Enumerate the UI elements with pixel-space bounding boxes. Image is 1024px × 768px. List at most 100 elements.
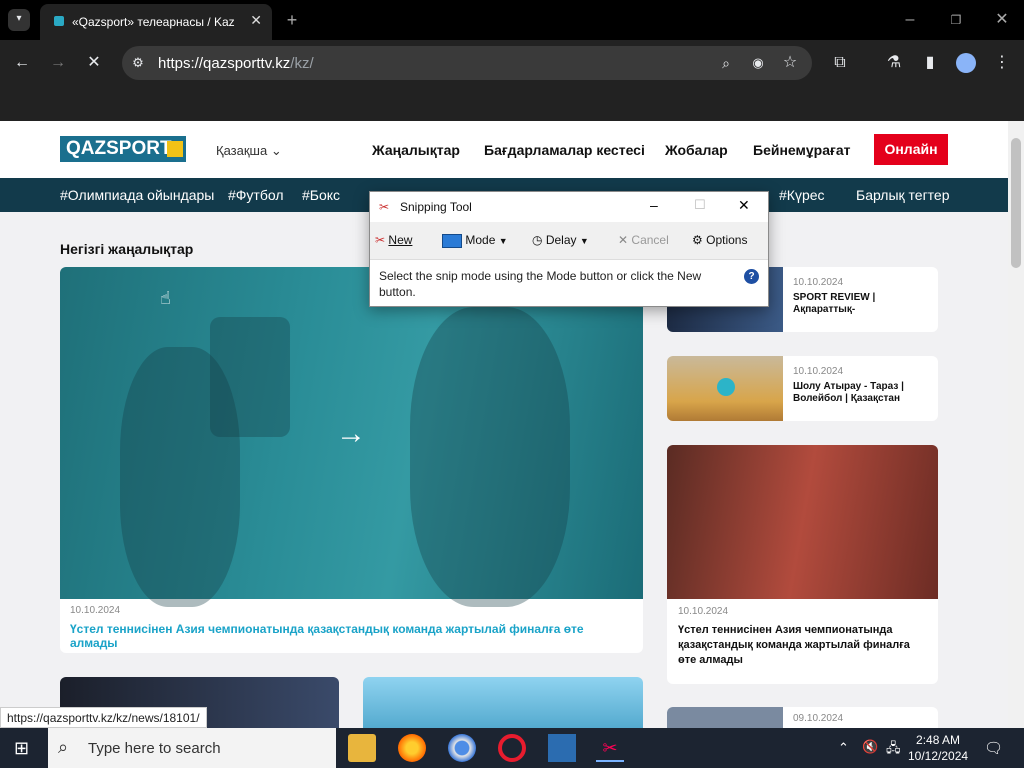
gear-icon: ⚙: [692, 233, 703, 247]
site-info-icon[interactable]: ⚙: [128, 53, 148, 73]
clock-time: 2:48 AM: [916, 733, 961, 747]
clock-icon: ◷: [532, 233, 543, 247]
side-article-date: 10.10.2024: [793, 366, 844, 377]
cancel-label: Cancel: [631, 233, 669, 247]
delay-label: Delay: [545, 233, 577, 247]
close-tab-icon[interactable]: ✕: [250, 12, 262, 29]
tag-football[interactable]: #Футбол: [228, 187, 284, 203]
minimize-icon[interactable]: –: [650, 197, 658, 213]
side-panel-icon[interactable]: ▮: [920, 53, 940, 73]
notifications-icon[interactable]: 🗨: [984, 739, 1003, 757]
network-icon[interactable]: 🖧: [886, 739, 901, 761]
side-article-date: 10.10.2024: [793, 277, 844, 288]
cancel-x-icon: ✕: [618, 233, 629, 247]
eye-off-icon[interactable]: ◉: [748, 53, 768, 73]
side-article-card[interactable]: 09.10.2024: [667, 707, 938, 728]
side-article-card[interactable]: 10.10.2024 Шолу Атырау - Тараз | Волейбо…: [667, 356, 938, 421]
side-article-title[interactable]: Шолу Атырау - Тараз | Волейбол | Қазақст…: [793, 381, 913, 405]
options-label: Options: [706, 233, 748, 247]
mode-button[interactable]: Mode ▼: [442, 233, 508, 248]
tag-wrestling[interactable]: #Күрес: [779, 187, 825, 203]
arrow-right-icon: →: [336, 417, 366, 450]
back-icon[interactable]: ←: [12, 53, 32, 73]
nav-projects[interactable]: Жобалар: [665, 142, 728, 158]
main-article-title[interactable]: Үстел теннисінен Азия чемпионатында қаза…: [70, 622, 630, 650]
main-article-card[interactable]: → 10.10.2024 Үстел теннисінен Азия чемпи…: [60, 267, 643, 653]
nav-video-archive[interactable]: Бейнемұрағат: [753, 142, 850, 158]
tab-search-icon[interactable]: ▾: [8, 9, 30, 31]
stop-loading-icon[interactable]: ✕: [84, 53, 104, 73]
tag-all[interactable]: Барлық тегтер: [856, 187, 950, 203]
article-thumbnail[interactable]: [363, 677, 643, 728]
tab-title: «Qazsport» телеарнасы / Kaz: [72, 15, 235, 29]
dropdown-arrow-icon: ▼: [579, 236, 589, 246]
side-article-image: [667, 356, 783, 421]
delay-button[interactable]: ◷ Delay ▼: [532, 233, 589, 247]
browser-tab[interactable]: «Qazsport» телеарнасы / Kaz ✕: [40, 4, 272, 40]
side-article-title[interactable]: SPORT REVIEW | Ақпараттық-: [793, 292, 913, 316]
file-explorer-icon[interactable]: [348, 734, 376, 762]
bookmarks-bar: [0, 86, 1024, 121]
volume-muted-icon[interactable]: 🔇: [862, 739, 878, 755]
maximize-icon: ☐: [694, 197, 706, 212]
new-button[interactable]: ✂ New: [375, 233, 412, 247]
chrome-icon[interactable]: [448, 734, 476, 762]
side-featured-title[interactable]: Үстел теннисінен Азия чемпионатында қаза…: [678, 623, 928, 668]
help-icon[interactable]: ?: [744, 269, 759, 284]
restore-icon[interactable]: ❐: [946, 10, 966, 30]
mouse-cursor-icon: ☝: [160, 288, 171, 308]
search-icon: ⌕: [58, 737, 69, 757]
url-text[interactable]: https://qazsporttv.kz/kz/: [158, 55, 314, 72]
profile-avatar-icon[interactable]: [956, 53, 976, 73]
language-select[interactable]: Қазақша ⌄: [216, 143, 282, 159]
menu-icon[interactable]: ⋮: [992, 53, 1012, 73]
site-logo[interactable]: QAZSPORT: [60, 136, 186, 162]
tag-boxing[interactable]: #Бокс: [302, 187, 340, 203]
taskbar-clock[interactable]: 2:48 AM 10/12/2024: [908, 732, 968, 764]
section-title: Негізгі жаңалықтар: [60, 241, 194, 257]
mode-rect-icon: [442, 233, 462, 248]
status-bar-url: https://qazsporttv.kz/kz/news/18101/: [0, 707, 207, 728]
forward-icon[interactable]: →: [48, 53, 68, 73]
side-article-image: [667, 707, 783, 728]
new-tab-icon[interactable]: +: [282, 10, 302, 30]
window-close-icon[interactable]: ✕: [992, 10, 1012, 30]
side-article-date: 09.10.2024: [793, 713, 844, 724]
scissors-icon: ✂: [379, 200, 390, 214]
snipping-tool-taskbar-icon[interactable]: ✂: [596, 734, 624, 762]
firefox-icon[interactable]: [398, 734, 426, 762]
mode-label: Mode: [465, 233, 496, 247]
language-label: Қазақша: [216, 143, 268, 158]
snipping-tool-window: ✂ Snipping Tool – ☐ ✕ ✂ New Mode ▼ ◷ Del…: [369, 191, 769, 307]
snip-instructions: Select the snip mode using the Mode butt…: [379, 269, 702, 299]
favicon-icon: [54, 16, 64, 26]
new-label: New: [388, 233, 413, 247]
nav-schedule[interactable]: Бағдарламалар кестесі: [484, 142, 645, 158]
chevron-up-icon[interactable]: ⌃: [838, 740, 849, 756]
opera-icon[interactable]: [498, 734, 526, 762]
side-featured-image: [667, 445, 938, 599]
app-icon[interactable]: [548, 734, 576, 762]
search-placeholder: Type here to search: [88, 740, 221, 757]
clock-date: 10/12/2024: [908, 749, 969, 763]
bookmark-star-icon[interactable]: ☆: [780, 53, 800, 73]
side-featured-date: 10.10.2024: [678, 606, 729, 617]
side-featured-article[interactable]: 10.10.2024 Үстел теннисінен Азия чемпион…: [667, 445, 938, 684]
logo-text: QAZSPORT: [66, 138, 172, 159]
options-button[interactable]: ⚙ Options: [692, 233, 747, 247]
zoom-icon[interactable]: ⌕: [716, 53, 736, 73]
online-button[interactable]: Онлайн: [874, 134, 948, 165]
scrollbar-thumb[interactable]: [1011, 138, 1021, 268]
main-article-image: →: [60, 267, 643, 607]
close-icon[interactable]: ✕: [738, 197, 750, 214]
tag-olympics[interactable]: #Олимпиада ойындары: [60, 187, 214, 203]
minimize-icon[interactable]: –: [900, 10, 920, 30]
windows-start-icon[interactable]: ⊞: [14, 738, 29, 759]
extensions-icon[interactable]: ⧉: [830, 53, 850, 73]
logo-square-icon: [167, 141, 183, 157]
labs-icon[interactable]: ⚗: [884, 53, 904, 73]
nav-news[interactable]: Жаңалықтар: [372, 142, 460, 158]
dropdown-arrow-icon: ▼: [498, 236, 508, 246]
snipping-tool-title: Snipping Tool: [400, 200, 472, 214]
cancel-button: ✕ Cancel: [618, 233, 669, 247]
